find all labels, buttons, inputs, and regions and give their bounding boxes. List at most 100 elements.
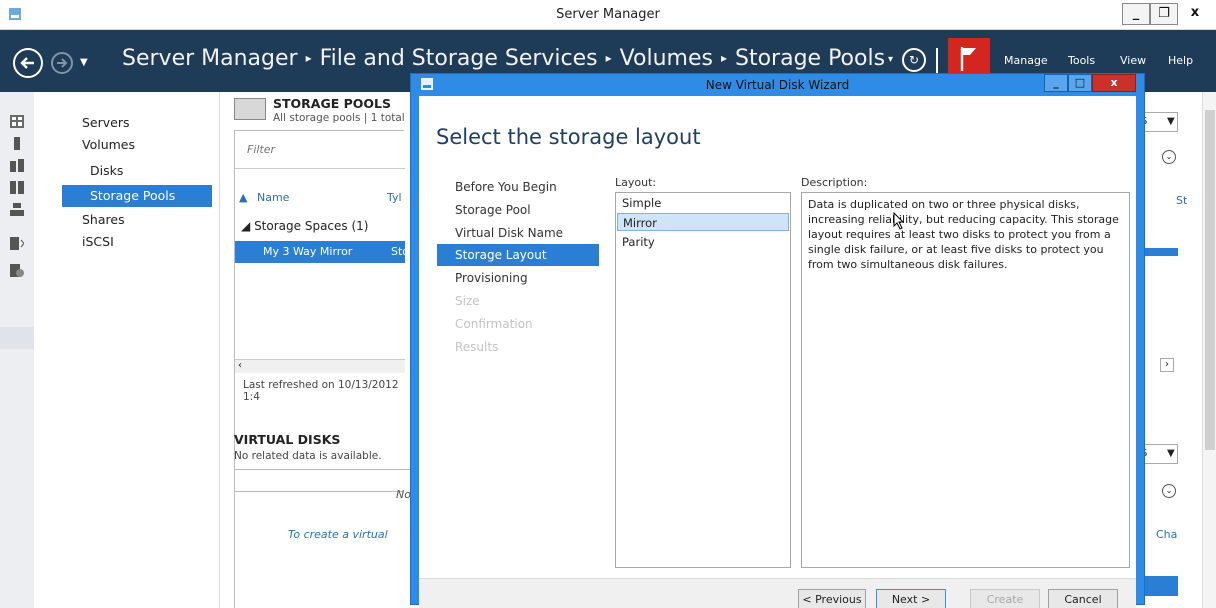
- sort-ascending-icon: ▲: [239, 191, 248, 204]
- menu-help[interactable]: Help: [1168, 54, 1193, 67]
- chevron-down-icon: ▼: [1167, 116, 1175, 127]
- breadcrumb-separator-icon: ▸: [605, 51, 612, 65]
- breadcrumb-separator-icon: ▸: [720, 51, 727, 65]
- layout-label: Layout:: [615, 176, 657, 189]
- description-label: Description:: [801, 176, 868, 189]
- dashboard-icon[interactable]: [10, 115, 24, 128]
- wizard-body: Select the storage layout Before You Beg…: [419, 96, 1136, 608]
- column-name[interactable]: Name: [257, 191, 289, 204]
- create-button[interactable]: Create: [970, 589, 1040, 608]
- menu-manage[interactable]: Manage: [1004, 54, 1048, 67]
- scroll-left-icon[interactable]: ‹: [238, 360, 242, 371]
- window-titlebar: Server Manager _ ❐ x: [0, 0, 1216, 30]
- pool-type-cell: Sto: [391, 245, 410, 258]
- step-virtual-disk-name[interactable]: Virtual Disk Name: [437, 222, 599, 244]
- layout-listbox[interactable]: Simple Mirror Parity: [615, 192, 791, 568]
- breadcrumb-item[interactable]: Server Manager: [122, 46, 298, 71]
- wizard-close-button[interactable]: x: [1092, 74, 1136, 92]
- column-header-row: ▲ Name Tyl: [235, 189, 405, 211]
- arrow-left-icon: [20, 57, 34, 69]
- layout-option-simple[interactable]: Simple: [617, 194, 789, 212]
- server-group-icon[interactable]: [10, 181, 24, 194]
- step-confirmation: Confirmation: [455, 317, 533, 331]
- wizard-titlebar: New Virtual Disk Wizard _ □ x: [411, 74, 1144, 96]
- table-row[interactable]: My 3 Way Mirror Sto: [235, 241, 409, 263]
- local-server-icon[interactable]: [10, 137, 24, 150]
- wizard-title: New Virtual Disk Wizard: [705, 78, 850, 92]
- minimize-button[interactable]: _: [1122, 3, 1150, 25]
- previous-button[interactable]: < Previous: [798, 589, 866, 608]
- back-button[interactable]: [13, 48, 43, 78]
- filter-input[interactable]: [235, 131, 405, 169]
- close-button[interactable]: x: [1178, 3, 1212, 25]
- storage-pools-title: STORAGE POOLS: [273, 96, 391, 111]
- pool-name-cell: My 3 Way Mirror: [263, 245, 353, 258]
- storage-pools-subtitle: All storage pools | 1 total: [273, 112, 405, 124]
- description-text: Data is duplicated on two or three physi…: [801, 192, 1130, 568]
- breadcrumb: Server Manager ▸ File and Storage Services…: [122, 46, 885, 71]
- header-divider: [936, 48, 938, 74]
- expand-icon[interactable]: ⌄: [1162, 484, 1176, 498]
- step-size: Size: [455, 294, 480, 308]
- arrow-right-icon: [57, 58, 68, 68]
- nav-item-storage-pools[interactable]: Storage Pools: [62, 185, 212, 207]
- step-before-you-begin[interactable]: Before You Begin: [437, 176, 599, 198]
- breadcrumb-separator-icon: ▸: [305, 51, 312, 65]
- layout-option-parity[interactable]: Parity: [617, 233, 789, 251]
- window-title: Server Manager: [556, 7, 660, 22]
- file-storage-services-icon[interactable]: [10, 237, 24, 250]
- column-type[interactable]: Tyl: [387, 191, 402, 204]
- layout-option-mirror[interactable]: Mirror: [617, 213, 789, 231]
- breadcrumb-item[interactable]: Volumes: [620, 46, 713, 71]
- nav-item-volumes[interactable]: Volumes: [62, 134, 212, 156]
- nav-item-servers[interactable]: Servers: [62, 112, 212, 134]
- storage-pool-icon: [234, 98, 266, 120]
- chevron-down-icon: ▼: [1167, 448, 1175, 459]
- step-storage-layout[interactable]: Storage Layout: [437, 244, 599, 266]
- collapse-icon[interactable]: ◢: [241, 219, 250, 233]
- rail-selection: [0, 327, 34, 349]
- iis-icon[interactable]: [10, 264, 24, 277]
- wizard-maximize-button[interactable]: □: [1068, 74, 1092, 92]
- breadcrumb-item[interactable]: File and Storage Services: [320, 46, 598, 71]
- cancel-button[interactable]: Cancel: [1048, 589, 1118, 608]
- step-storage-pool[interactable]: Storage Pool: [437, 199, 599, 221]
- breadcrumb-item[interactable]: Storage Pools: [735, 46, 885, 71]
- step-provisioning[interactable]: Provisioning: [437, 267, 599, 289]
- menu-view[interactable]: View: [1120, 54, 1146, 67]
- expand-icon[interactable]: ⌄: [1162, 150, 1176, 164]
- horizontal-scrollbar[interactable]: ‹: [235, 359, 405, 373]
- group-label: Storage Spaces (1): [254, 219, 369, 233]
- last-refreshed-text: Last refreshed on 10/13/2012 1:4: [243, 379, 399, 403]
- scrollbar-thumb[interactable]: [1205, 110, 1215, 450]
- wizard-heading: Select the storage layout: [436, 125, 701, 149]
- status-column-header[interactable]: St: [1176, 194, 1187, 207]
- group-header[interactable]: ◢ Storage Spaces (1): [241, 219, 368, 233]
- history-dropdown-icon[interactable]: ▼: [80, 57, 88, 68]
- nav-pane: Servers Volumes Disks Storage Pools Shar…: [62, 92, 220, 608]
- wizard-footer: < Previous Next > Create Cancel: [419, 578, 1136, 608]
- wizard-minimize-button[interactable]: _: [1044, 74, 1068, 92]
- step-results: Results: [455, 340, 499, 354]
- virtual-disks-subtitle: No related data is available.: [234, 450, 382, 462]
- right-panel-remnants: S▼ ⌄ St › S▼ ⌄ Cha: [1138, 92, 1202, 608]
- mouse-cursor-icon: [893, 212, 905, 230]
- menu-tools[interactable]: Tools: [1068, 54, 1095, 67]
- changes-column-header[interactable]: Cha: [1156, 528, 1177, 541]
- nav-item-shares[interactable]: Shares: [62, 209, 212, 231]
- virtual-disks-title: VIRTUAL DISKS: [234, 432, 341, 447]
- refresh-dropdown-icon[interactable]: ▾: [888, 54, 893, 65]
- nav-item-iscsi[interactable]: iSCSI: [62, 231, 212, 253]
- vertical-scrollbar[interactable]: [1202, 92, 1216, 608]
- virtual-disks-empty-text: No: [396, 488, 411, 501]
- restore-button[interactable]: ❐: [1150, 3, 1178, 25]
- icon-rail: [0, 92, 34, 608]
- refresh-icon[interactable]: ↻: [902, 48, 926, 72]
- scroll-right-icon[interactable]: ›: [1160, 358, 1174, 372]
- next-button[interactable]: Next >: [876, 589, 946, 608]
- nav-item-disks[interactable]: Disks: [62, 160, 212, 182]
- all-servers-icon[interactable]: [10, 159, 24, 172]
- storage-icon[interactable]: [10, 203, 24, 216]
- forward-button[interactable]: [51, 52, 73, 74]
- create-virtual-disk-link[interactable]: To create a virtual: [288, 528, 388, 541]
